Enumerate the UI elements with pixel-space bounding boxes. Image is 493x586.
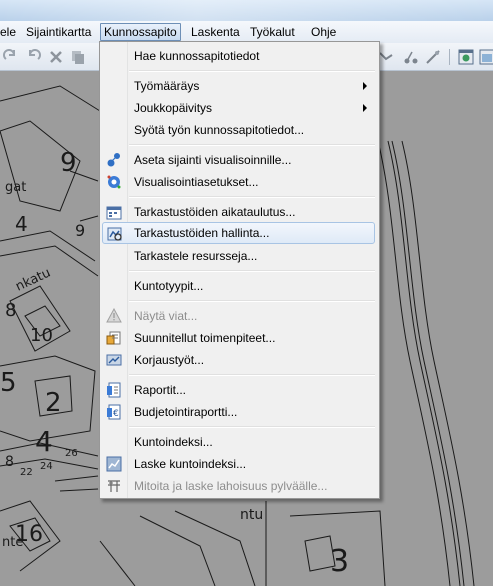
menu-item-visualisointiasetukset[interactable]: Visualisointiasetukset... (102, 171, 375, 193)
reports-icon (107, 382, 121, 398)
map-label: gat (5, 180, 26, 195)
map-label: 3 (330, 544, 349, 579)
menu-laskenta[interactable]: Laskenta (188, 24, 243, 40)
delete-icon[interactable] (48, 49, 64, 65)
submenu-arrow-icon (363, 104, 367, 112)
menu-item-tarkastustoiden-hallinta[interactable]: Tarkastustöiden hallinta... (102, 222, 375, 244)
menu-item-tarkastele-resursseja[interactable]: Tarkastele resursseja... (102, 245, 375, 267)
node-tool-icon[interactable] (403, 49, 419, 65)
map-label: 9 (60, 148, 77, 178)
menu-item-tarkastustoiden-aikataulutus[interactable]: Tarkastustöiden aikataulutus... (102, 201, 375, 223)
map-label: 26 (65, 448, 78, 459)
submenu-arrow-icon (363, 82, 367, 90)
menu-item-kuntotyypit[interactable]: Kuntotyypit... (102, 275, 375, 297)
map-label: nkatu (13, 265, 53, 294)
planned-actions-icon (106, 331, 121, 345)
menu-item-mitoita-lahoisuus[interactable]: Mitoita ja laske lahoisuus pylväälle... (102, 475, 375, 497)
menu-item-laske-kuntoindeksi[interactable]: Laske kuntoindeksi... (102, 453, 375, 475)
map-label: 5 (0, 368, 17, 398)
map-window-icon[interactable] (479, 49, 493, 65)
budget-report-icon: € (107, 404, 121, 420)
menu-item-nayta-viat[interactable]: Näytä viat... (102, 305, 375, 327)
menu-tyokalut[interactable]: Työkalut (247, 24, 298, 40)
map-label: ntu (240, 507, 263, 523)
map-label: 9 (75, 221, 85, 240)
undo-icon[interactable] (26, 49, 42, 65)
map-label: 8 (5, 300, 16, 321)
menu-item-kuntoindeksi[interactable]: Kuntoindeksi... (102, 431, 375, 453)
menu-item-raportit[interactable]: Raportit... (102, 379, 375, 401)
menu-kunnossapito[interactable]: Kunnossapito (100, 23, 181, 41)
map-label: 4 (15, 212, 28, 236)
menu-item-budjetointiraportti[interactable]: € Budjetointiraportti... (102, 401, 375, 423)
copy-icon[interactable] (70, 49, 86, 65)
map-label: 2 (45, 388, 62, 418)
redo-icon[interactable] (2, 49, 18, 65)
window-title-bar (0, 0, 493, 21)
menu-item-joukkopaivitys[interactable]: Joukkopäivitys (102, 97, 375, 119)
menu-item-suunnitellut-toimenpiteet[interactable]: Suunnitellut toimenpiteet... (102, 327, 375, 349)
layer-window-icon[interactable] (458, 49, 474, 65)
measure-icon[interactable] (425, 49, 441, 65)
warning-icon (106, 308, 122, 323)
schedule-icon (106, 206, 122, 220)
map-label: nte (2, 535, 23, 550)
pole-decay-icon (108, 480, 120, 492)
menu-item-tyomaarays[interactable]: Työmääräys (102, 75, 375, 97)
menu-item-korjaustyot[interactable]: Korjaustyöt... (102, 349, 375, 371)
menu-item-hae-kunnossapitotiedot[interactable]: Hae kunnossapitotiedot (102, 45, 375, 67)
map-label: 8 (5, 454, 14, 470)
line-tool-icon[interactable] (378, 49, 394, 65)
map-label: 22 (20, 467, 33, 478)
visualization-settings-icon (107, 175, 121, 189)
menu-sijaintikartta[interactable]: Sijaintikartta (23, 24, 94, 40)
location-pin-icon (107, 153, 120, 167)
menu-item-aseta-sijainti[interactable]: Aseta sijainti visualisoinnille... (102, 149, 375, 171)
svg-text:€: € (113, 409, 119, 419)
menu-ohje[interactable]: Ohje (308, 24, 339, 40)
menu-ele[interactable]: ele (0, 24, 19, 40)
repair-works-icon (106, 354, 122, 366)
inspection-management-icon (107, 227, 122, 241)
menu-item-syota-tyon-kunnossapitotiedot[interactable]: Syötä työn kunnossapitotiedot... (102, 119, 375, 141)
map-label: 10 (30, 325, 53, 346)
calculate-index-icon (106, 456, 122, 472)
map-label: 24 (40, 461, 53, 472)
map-label: 4 (35, 425, 53, 458)
kunnossapito-dropdown-menu: Hae kunnossapitotiedot Työmääräys Joukko… (99, 41, 380, 499)
